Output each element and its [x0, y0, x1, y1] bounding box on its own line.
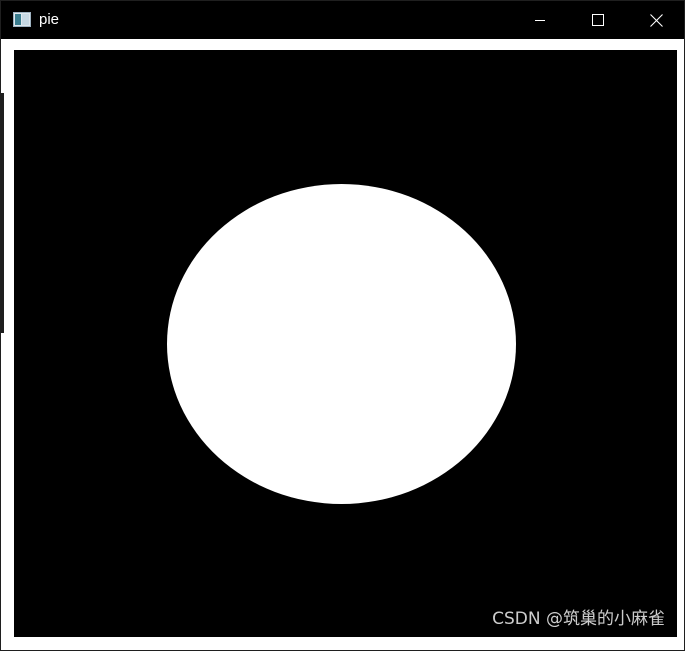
title-bar[interactable]: pie	[1, 1, 684, 39]
white-ellipse	[167, 184, 516, 504]
window-title: pie	[39, 11, 60, 28]
watermark-text: CSDN @筑巢的小麻雀	[492, 609, 665, 629]
app-window: pie CSDN @筑巢的小麻雀	[0, 0, 685, 651]
app-window-icon	[13, 12, 31, 27]
maximize-button[interactable]	[575, 1, 621, 39]
close-button[interactable]	[633, 1, 679, 39]
background-window-edge	[1, 93, 4, 333]
maximize-icon	[592, 14, 604, 26]
minimize-icon	[534, 14, 546, 26]
minimize-button[interactable]	[517, 1, 563, 39]
drawing-canvas: CSDN @筑巢的小麻雀	[14, 50, 677, 637]
close-icon	[649, 13, 663, 27]
